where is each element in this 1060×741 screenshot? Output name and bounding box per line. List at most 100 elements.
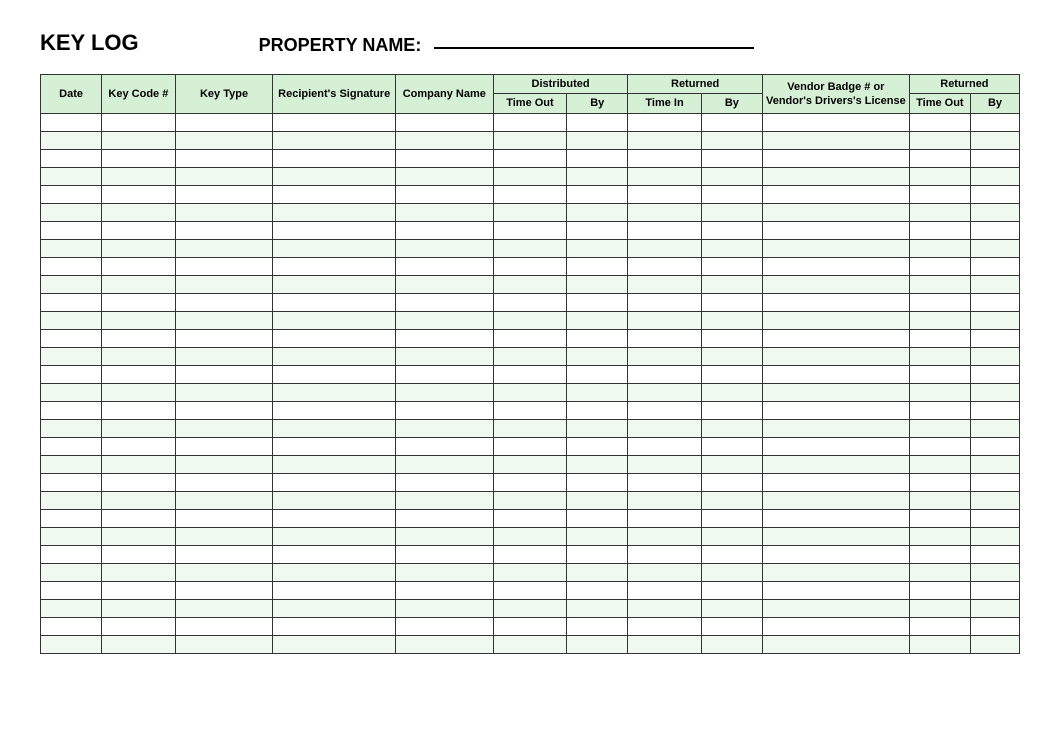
table-row xyxy=(41,491,1020,509)
table-cell xyxy=(567,383,628,401)
table-cell xyxy=(493,563,566,581)
table-cell xyxy=(493,545,566,563)
table-cell xyxy=(762,275,909,293)
table-cell xyxy=(909,329,970,347)
table-cell xyxy=(628,437,701,455)
table-cell xyxy=(395,545,493,563)
table-cell xyxy=(395,437,493,455)
table-cell xyxy=(493,293,566,311)
table-cell xyxy=(970,221,1019,239)
table-cell xyxy=(628,203,701,221)
table-cell xyxy=(762,617,909,635)
table-cell xyxy=(567,527,628,545)
table-cell xyxy=(175,509,273,527)
table-cell xyxy=(909,149,970,167)
table-cell xyxy=(628,293,701,311)
table-cell xyxy=(628,635,701,653)
table-cell xyxy=(175,329,273,347)
table-cell xyxy=(628,149,701,167)
table-cell xyxy=(909,383,970,401)
col-header-keytype: Key Type xyxy=(175,75,273,114)
table-cell xyxy=(493,419,566,437)
table-cell xyxy=(970,149,1019,167)
table-cell xyxy=(762,185,909,203)
table-cell xyxy=(273,221,395,239)
table-cell xyxy=(567,455,628,473)
table-cell xyxy=(273,491,395,509)
table-cell xyxy=(762,329,909,347)
table-cell xyxy=(493,635,566,653)
table-cell xyxy=(970,293,1019,311)
table-cell xyxy=(762,581,909,599)
table-cell xyxy=(175,131,273,149)
table-cell xyxy=(762,599,909,617)
table-cell xyxy=(273,311,395,329)
table-cell xyxy=(970,455,1019,473)
table-cell xyxy=(567,509,628,527)
table-cell xyxy=(41,419,102,437)
table-cell xyxy=(567,419,628,437)
table-cell xyxy=(970,491,1019,509)
table-cell xyxy=(493,113,566,131)
table-cell xyxy=(493,185,566,203)
table-cell xyxy=(970,473,1019,491)
table-cell xyxy=(567,149,628,167)
table-cell xyxy=(909,491,970,509)
table-cell xyxy=(41,365,102,383)
table-cell xyxy=(970,527,1019,545)
table-cell xyxy=(41,563,102,581)
table-row xyxy=(41,203,1020,221)
table-cell xyxy=(628,581,701,599)
table-cell xyxy=(762,401,909,419)
table-cell xyxy=(395,599,493,617)
key-log-table: Date Key Code # Key Type Recipient's Sig… xyxy=(40,74,1020,654)
table-cell xyxy=(102,617,175,635)
table-cell xyxy=(493,383,566,401)
table-cell xyxy=(628,257,701,275)
table-cell xyxy=(970,347,1019,365)
table-cell xyxy=(762,167,909,185)
table-cell xyxy=(628,563,701,581)
table-cell xyxy=(102,563,175,581)
table-cell xyxy=(970,257,1019,275)
table-cell xyxy=(970,581,1019,599)
table-cell xyxy=(102,239,175,257)
table-cell xyxy=(273,581,395,599)
table-cell xyxy=(273,509,395,527)
table-cell xyxy=(102,401,175,419)
table-cell xyxy=(493,599,566,617)
table-cell xyxy=(102,275,175,293)
table-cell xyxy=(970,329,1019,347)
table-cell xyxy=(567,581,628,599)
table-cell xyxy=(175,221,273,239)
table-cell xyxy=(175,527,273,545)
table-cell xyxy=(273,383,395,401)
table-cell xyxy=(273,365,395,383)
table-cell xyxy=(762,293,909,311)
table-cell xyxy=(493,311,566,329)
table-cell xyxy=(628,239,701,257)
table-cell xyxy=(701,257,762,275)
table-cell xyxy=(762,221,909,239)
table-cell xyxy=(970,599,1019,617)
col-header-returned: Returned xyxy=(628,75,763,94)
table-cell xyxy=(701,365,762,383)
table-cell xyxy=(41,149,102,167)
table-cell xyxy=(762,491,909,509)
table-cell xyxy=(102,149,175,167)
table-cell xyxy=(701,383,762,401)
table-cell xyxy=(701,401,762,419)
table-cell xyxy=(628,167,701,185)
table-row xyxy=(41,635,1020,653)
table-cell xyxy=(41,581,102,599)
page-title: KEY LOG xyxy=(40,30,139,56)
table-cell xyxy=(41,437,102,455)
table-cell xyxy=(102,473,175,491)
table-cell xyxy=(273,347,395,365)
table-cell xyxy=(970,509,1019,527)
table-cell xyxy=(395,203,493,221)
table-cell xyxy=(175,401,273,419)
table-cell xyxy=(701,239,762,257)
table-cell xyxy=(493,617,566,635)
table-cell xyxy=(909,401,970,419)
